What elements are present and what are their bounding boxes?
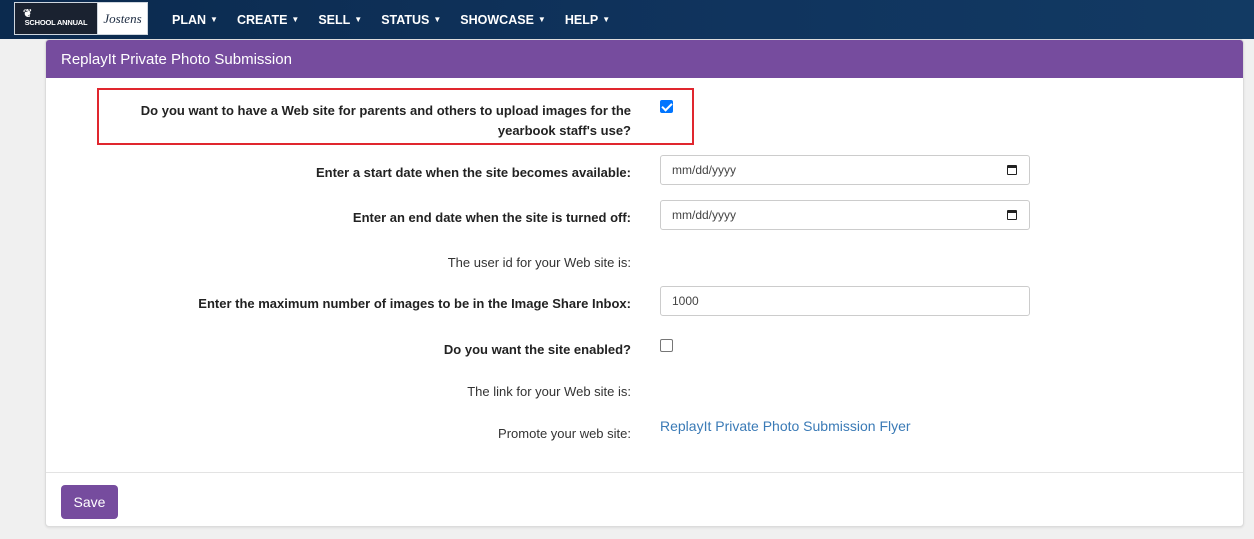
photo-submission-panel: ReplayIt Private Photo Submission Do you… (45, 39, 1244, 527)
menu-status[interactable]: STATUS ▼ (381, 13, 441, 27)
caret-down-icon: ▼ (602, 15, 611, 24)
site-enabled-label: Do you want the site enabled? (443, 342, 631, 357)
start-date-input[interactable]: mm/dd/yyyy (660, 155, 1030, 185)
caret-down-icon: ▼ (210, 15, 218, 24)
menu-help-label: HELP (564, 12, 599, 27)
end-date-input[interactable]: mm/dd/yyyy (660, 200, 1030, 230)
logo-right-text: Jostens (103, 10, 142, 26)
start-date-placeholder: mm/dd/yyyy (672, 163, 737, 177)
menu-help[interactable]: HELP ▼ (565, 13, 610, 27)
calendar-icon[interactable] (1007, 210, 1017, 220)
caret-down-icon: ▼ (291, 15, 300, 24)
logo-left-text: SCHOOL ANNUAL (24, 18, 88, 27)
top-navbar: ❦ SCHOOL ANNUAL Jostens PLAN ▼ CREATE ▼ … (0, 0, 1254, 39)
panel-title: ReplayIt Private Photo Submission (61, 50, 292, 68)
caret-down-icon: ▼ (433, 15, 442, 24)
end-date-placeholder: mm/dd/yyyy (672, 208, 737, 222)
main-menu: PLAN ▼ CREATE ▼ SELL ▼ STATUS ▼ SHOWCASE… (172, 0, 629, 39)
save-button[interactable]: Save (61, 485, 118, 519)
site-link-label: The link for your Web site is: (467, 384, 631, 399)
end-date-label: Enter an end date when the site is turne… (352, 210, 631, 225)
max-images-value: 1000 (672, 294, 699, 308)
menu-showcase[interactable]: SHOWCASE ▼ (460, 13, 546, 27)
jostens-logo: Jostens (97, 3, 147, 34)
max-images-label: Enter the maximum number of images to be… (198, 296, 631, 311)
promote-flyer-link[interactable]: ReplayIt Private Photo Submission Flyer (660, 418, 911, 434)
bird-icon: ❦ (23, 8, 33, 20)
panel-footer: Save (46, 472, 1243, 526)
max-images-input[interactable]: 1000 (660, 286, 1030, 316)
menu-sell-label: SELL (318, 12, 351, 27)
start-date-label: Enter a start date when the site becomes… (315, 165, 631, 180)
upload-site-checkbox[interactable] (660, 100, 673, 113)
caret-down-icon: ▼ (354, 15, 363, 24)
menu-sell[interactable]: SELL ▼ (318, 13, 362, 27)
menu-plan[interactable]: PLAN ▼ (172, 13, 218, 27)
calendar-icon[interactable] (1007, 165, 1017, 175)
brand-logo[interactable]: ❦ SCHOOL ANNUAL Jostens (14, 2, 148, 35)
menu-showcase-label: SHOWCASE (460, 12, 534, 27)
promote-label: Promote your web site: (498, 426, 631, 441)
menu-create[interactable]: CREATE ▼ (237, 13, 299, 27)
menu-status-label: STATUS (381, 12, 430, 27)
school-annual-logo: ❦ SCHOOL ANNUAL (15, 3, 97, 34)
caret-down-icon: ▼ (537, 15, 546, 24)
menu-plan-label: PLAN (172, 12, 207, 27)
panel-header: ReplayIt Private Photo Submission (46, 40, 1243, 78)
upload-question-label: Do you want to have a Web site for paren… (140, 103, 631, 138)
menu-create-label: CREATE (236, 12, 288, 27)
user-id-label: The user id for your Web site is: (447, 255, 631, 270)
site-enabled-checkbox[interactable] (660, 339, 673, 352)
